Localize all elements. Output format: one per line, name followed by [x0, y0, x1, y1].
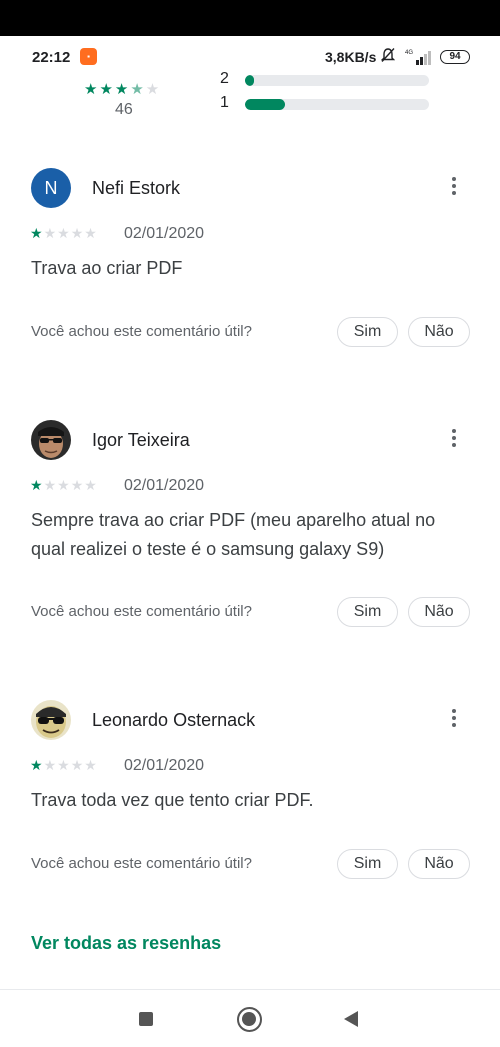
- avatar: [31, 420, 71, 460]
- more-options-icon[interactable]: [446, 706, 462, 734]
- back-icon[interactable]: [344, 1011, 358, 1027]
- review-text: Trava toda vez que tento criar PDF.: [31, 790, 314, 810]
- system-nav-bar: [0, 989, 500, 1047]
- star-filled-icon: ★: [30, 757, 44, 773]
- review-author: Leonardo Osternack: [92, 710, 256, 730]
- notification-app-icon: ▪: [80, 48, 97, 65]
- star-empty-icon: ★: [84, 757, 98, 773]
- helpful-yes-button[interactable]: Sim: [337, 317, 398, 347]
- rating-bar-label: 1: [220, 94, 229, 111]
- rating-count: 46: [115, 101, 133, 118]
- recent-apps-icon[interactable]: [139, 1012, 153, 1026]
- summary-stars-full: ★★★: [84, 81, 131, 98]
- mute-icon: [380, 47, 396, 66]
- rating-bar-track: [245, 75, 429, 86]
- star-filled-icon: ★: [30, 477, 44, 493]
- star-empty-icon: ★: [57, 225, 71, 241]
- star-empty-icon: ★: [57, 757, 71, 773]
- review-stars: ★★★★★: [30, 757, 98, 774]
- see-all-reviews-link[interactable]: Ver todas as resenhas: [31, 933, 221, 954]
- top-black-bar: [0, 0, 500, 36]
- avatar: N: [31, 168, 71, 208]
- helpful-prompt: Você achou este comentário útil?: [31, 323, 252, 340]
- rating-bar-fill: [245, 99, 286, 110]
- rating-bar-1: 1: [220, 94, 430, 114]
- more-options-icon[interactable]: [446, 426, 462, 454]
- helpful-yes-button[interactable]: Sim: [337, 597, 398, 627]
- star-empty-icon: ★: [70, 757, 85, 773]
- rating-bar-track: [245, 99, 429, 110]
- signal-label: 4G: [405, 50, 413, 56]
- star-empty-icon: ★: [43, 757, 58, 773]
- helpful-no-button[interactable]: Não: [408, 849, 470, 879]
- signal-icon: 4G: [404, 47, 434, 67]
- star-filled-icon: ★: [30, 225, 44, 241]
- avatar: [31, 700, 71, 740]
- star-empty-icon: ★: [43, 477, 58, 493]
- review-date: 02/01/2020: [124, 225, 205, 242]
- star-empty-icon: ★: [84, 477, 98, 493]
- rating-bar-label: 2: [220, 70, 229, 87]
- helpful-yes-button[interactable]: Sim: [337, 849, 398, 879]
- star-empty-icon: ★: [43, 225, 58, 241]
- summary-stars: ★★★★★: [84, 80, 161, 98]
- home-icon[interactable]: [237, 1007, 262, 1032]
- star-empty-icon: ★: [84, 225, 98, 241]
- review-text: Trava ao criar PDF: [31, 258, 183, 278]
- helpful-prompt: Você achou este comentário útil?: [31, 855, 252, 872]
- status-time: 22:12: [32, 49, 71, 66]
- helpful-prompt: Você achou este comentário útil?: [31, 603, 252, 620]
- star-empty-icon: ★: [70, 225, 85, 241]
- star-empty-icon: ★: [57, 477, 71, 493]
- summary-stars-empty: ★: [145, 81, 162, 98]
- review-author: Nefi Estork: [92, 178, 181, 198]
- rating-bar-2: 2: [220, 70, 430, 90]
- review-author: Igor Teixeira: [92, 430, 190, 450]
- helpful-no-button[interactable]: Não: [408, 597, 470, 627]
- helpful-no-button[interactable]: Não: [408, 317, 470, 347]
- review-stars: ★★★★★: [30, 225, 98, 242]
- summary-stars-half: ★: [130, 81, 146, 98]
- review-date: 02/01/2020: [124, 477, 205, 494]
- network-speed: 3,8KB/s: [325, 49, 377, 65]
- review-text: Sempre trava ao criar PDF (meu aparelho …: [31, 510, 436, 559]
- review-stars: ★★★★★: [30, 477, 98, 494]
- star-empty-icon: ★: [70, 477, 85, 493]
- battery-icon: 94: [440, 50, 470, 64]
- review-date: 02/01/2020: [124, 757, 205, 774]
- rating-bar-fill: [245, 75, 255, 86]
- more-options-icon[interactable]: [446, 174, 462, 202]
